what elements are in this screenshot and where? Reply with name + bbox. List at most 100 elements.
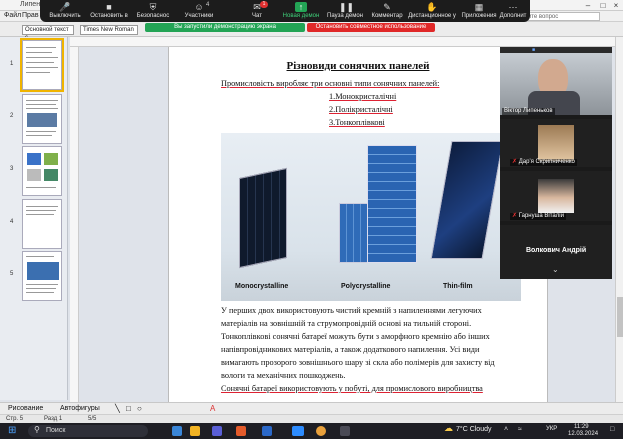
office-icon[interactable]	[236, 426, 246, 436]
apps-button[interactable]: ▦ Приложения	[458, 2, 500, 20]
more-button[interactable]: ⋯ Дополнит	[496, 2, 530, 20]
weather-text[interactable]: 7°C Cloudy	[456, 426, 491, 433]
participant-tile-4[interactable]: Волкович Андрій ⌄	[500, 225, 612, 279]
more-icon: ⋯	[508, 2, 518, 12]
participant-tile-2[interactable]: ✗ Дар'я Скрипниченко	[500, 119, 612, 167]
participants-label: Участники	[184, 13, 214, 19]
page-thumbnail-5[interactable]	[22, 251, 62, 301]
annotate-label: Комментар	[371, 13, 403, 19]
scrollbar-thumb[interactable]	[617, 297, 623, 337]
annotate-button[interactable]: ✎ Комментар	[366, 2, 408, 20]
paragraph-line-5: вимагають прозорого зовнішнього шару зі …	[221, 358, 495, 367]
minimize-icon[interactable]: –	[581, 0, 595, 11]
caption-thin-film: Thin-film	[443, 283, 473, 290]
teams-icon[interactable]	[212, 426, 222, 436]
chevron-down-icon[interactable]: ⌄	[552, 265, 559, 274]
page-thumbnail-2[interactable]	[22, 94, 62, 144]
pause-share-button[interactable]: ❚❚ Пауза демон	[324, 2, 366, 20]
chat-button[interactable]: ✉ Чат 1	[236, 1, 278, 20]
new-share-button[interactable]: ↑ Новая демон	[280, 2, 322, 20]
page-number-3: 3	[10, 166, 14, 172]
document-title: Різновиди сонячних панелей	[286, 60, 430, 72]
paragraph-line-2: матеріалів на зовнішній та струмопровідн…	[221, 319, 472, 328]
notification-icon[interactable]: □	[610, 426, 614, 433]
more-label: Дополнит	[499, 13, 527, 19]
font-select[interactable]: Times New Roman	[80, 25, 138, 35]
chat-badge: 1	[260, 1, 268, 8]
status-pages: 5/5	[88, 416, 97, 422]
page-thumbnail-3[interactable]	[22, 146, 62, 196]
page-thumbnail-1[interactable]	[20, 38, 64, 92]
tray-chevron-icon[interactable]: ˄	[504, 426, 508, 433]
app-icon[interactable]	[340, 426, 350, 436]
horizontal-ruler[interactable]	[70, 37, 615, 47]
avatar	[538, 125, 574, 161]
wifi-icon[interactable]: ≈	[518, 426, 522, 433]
paragraph-line-7: Сонячні батареї використовують у побуті,…	[221, 384, 483, 393]
search-label: Поиск	[46, 427, 66, 434]
participant-tile-3[interactable]: ✗ Гарнуша Віталій	[500, 171, 612, 221]
font-color-icon[interactable]: A	[210, 404, 215, 413]
page-number-1: 1	[10, 61, 14, 67]
stop-share-button[interactable]: Остановить совместное использование	[307, 23, 435, 32]
list-item-3: 3.Тонкоплівкові	[329, 118, 385, 127]
paragraph-line-1: У перших двох використовують чистий крем…	[221, 306, 482, 315]
share-screen-icon: ↑	[295, 2, 307, 12]
page-number-2: 2	[10, 113, 14, 119]
page-number-5: 5	[10, 271, 14, 277]
language-indicator[interactable]: УКР	[546, 426, 557, 432]
caption-monocrystalline: Monocrystalline	[235, 283, 289, 290]
menu-edit[interactable]: Прав	[22, 12, 39, 19]
participants-count: 4	[206, 2, 210, 8]
menu-file[interactable]: Файл	[4, 12, 21, 19]
chrome-icon[interactable]	[316, 426, 326, 436]
video-icon: ■	[106, 2, 112, 12]
share-status-badge: Вы запустили демонстрацию экрана	[145, 23, 305, 32]
security-button[interactable]: ⛨ Безопаснос	[132, 2, 174, 20]
mute-button[interactable]: 🎤 Выключить	[44, 2, 86, 20]
chat-label: Чат	[252, 13, 262, 19]
file-explorer-icon[interactable]	[190, 426, 200, 436]
windows-taskbar: ⊞ ⚲ Поиск ☁ 7°C Cloudy ˄ ≈ УКР 11:29 12.…	[0, 423, 623, 439]
participant-name-2-text: Дар'я Скрипниченко	[518, 159, 575, 165]
maximize-icon[interactable]: □	[596, 0, 610, 11]
autoshapes-menu-button[interactable]: Автофигуры	[60, 405, 100, 412]
clock-time[interactable]: 11:29	[574, 424, 589, 430]
remote-control-label: Дистанционное у	[408, 13, 456, 19]
participant-name-4: Волкович Андрій	[526, 247, 587, 254]
start-icon[interactable]: ⊞	[8, 425, 16, 436]
avatar	[538, 179, 574, 213]
stop-video-label: Остановить в	[90, 13, 128, 19]
zoom-meeting-toolbar: 🎤 Выключить ■ Остановить в ⛨ Безопаснос ☺ Уч…	[40, 0, 530, 22]
participant-tile-1[interactable]: Віктор Липеньков	[500, 53, 612, 115]
taskbar-search[interactable]: ⚲ Поиск	[28, 425, 148, 437]
status-section: Разд 1	[44, 416, 63, 422]
caption-polycrystalline: Polycrystalline	[341, 283, 391, 290]
participants-button[interactable]: ☺ Участники 4	[178, 2, 220, 20]
mute-label: Выключить	[49, 13, 81, 19]
clock-date[interactable]: 12.03.2024	[568, 431, 598, 437]
edge-icon[interactable]	[172, 426, 182, 436]
annotate-icon: ✎	[383, 2, 391, 12]
remote-control-button[interactable]: ✋ Дистанционное у	[406, 2, 458, 20]
word-icon[interactable]	[262, 426, 272, 436]
muted-mic-icon: ✗	[512, 159, 518, 165]
status-page: Стр. 5	[6, 416, 24, 422]
zoom-icon[interactable]	[292, 426, 304, 436]
vertical-ruler[interactable]	[70, 47, 79, 402]
participant-name-3-text: Гарнуша Віталій	[518, 213, 564, 219]
line-tool-icon[interactable]: ╲	[115, 404, 120, 413]
close-icon[interactable]: ×	[609, 0, 623, 11]
search-icon: ⚲	[34, 425, 40, 434]
rectangle-tool-icon[interactable]: □	[126, 404, 131, 413]
document-page[interactable]: Різновиди сонячних панелей Промисловість…	[168, 47, 548, 402]
solar-panels-image: Monocrystalline Polycrystalline Thin-fil…	[221, 133, 521, 301]
style-select[interactable]: Основной текст с	[22, 25, 74, 41]
oval-tool-icon[interactable]: ○	[137, 404, 142, 413]
draw-menu-button[interactable]: Рисование	[8, 405, 43, 412]
mic-icon: 🎤	[59, 2, 71, 12]
vertical-scrollbar[interactable]	[615, 37, 623, 402]
stop-video-button[interactable]: ■ Остановить в	[88, 2, 130, 20]
participant-name-1: Віктор Липеньков	[502, 108, 555, 115]
page-thumbnail-4[interactable]	[22, 199, 62, 249]
